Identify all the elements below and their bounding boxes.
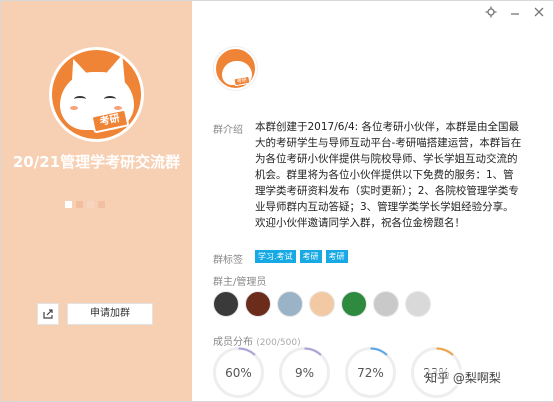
pager-dot[interactable]: [98, 201, 105, 208]
stat-progress-arc: [279, 347, 330, 398]
stat-arc-segment: [345, 347, 396, 398]
group-avatar: 考研: [49, 47, 144, 142]
stat-progress-arc: [213, 347, 264, 398]
group-intro: 本群创建于2017/6/4: 各位考研小伙伴，本群是由全国最大的考研学生与导师互…: [255, 121, 522, 229]
cat-blush-left: [70, 106, 78, 110]
admins-label: 群主/管理员: [213, 277, 267, 288]
pager-dot[interactable]: [76, 201, 83, 208]
cat-eye-left: [74, 96, 86, 102]
members-heading: 成员分布 (200/500): [213, 333, 301, 348]
group-profile-window: 考研 20/21管理学考研交流群 申请加群 考研 群介绍 本群创建于2017/6…: [0, 0, 554, 402]
cat-eye-right: [104, 96, 116, 102]
stat-arc-segment: [279, 347, 330, 398]
share-button[interactable]: [37, 303, 59, 325]
pager-dot[interactable]: [87, 201, 94, 208]
admin-avatar[interactable]: [405, 291, 431, 317]
join-group-button[interactable]: 申请加群: [67, 303, 153, 325]
stat-progress-arc: [345, 347, 396, 398]
admin-avatar[interactable]: [213, 291, 239, 317]
settings-icon[interactable]: [483, 5, 499, 19]
watermark: 知乎 @梨啊梨: [425, 369, 501, 386]
pager-dot[interactable]: [65, 201, 72, 208]
group-name: 20/21管理学考研交流群: [12, 153, 181, 171]
avatar-pager-dots: [65, 201, 105, 208]
member-stat-circle: 72%: [345, 347, 396, 398]
member-stat-circle: 9%: [279, 347, 330, 398]
admin-avatar[interactable]: [245, 291, 271, 317]
close-icon[interactable]: [531, 5, 547, 19]
admin-avatar[interactable]: [277, 291, 303, 317]
tags-label: 群标签: [213, 255, 243, 266]
share-icon: [43, 309, 53, 319]
intro-label: 群介绍: [213, 125, 243, 136]
admin-avatar[interactable]: [341, 291, 367, 317]
tag-study-exam[interactable]: 学习.考试: [255, 250, 296, 263]
admin-list: [213, 291, 431, 317]
minimize-icon[interactable]: [507, 5, 523, 19]
tag-kaoyan-1[interactable]: 考研: [299, 250, 322, 263]
titlebar-controls: [483, 5, 547, 19]
member-stat-circle: 60%: [213, 347, 264, 398]
tag-list: 学习.考试 考研 考研: [255, 250, 348, 263]
tag-kaoyan-2[interactable]: 考研: [325, 250, 348, 263]
admin-avatar[interactable]: [309, 291, 335, 317]
left-panel: 考研 20/21管理学考研交流群 申请加群: [1, 1, 192, 401]
admin-avatar[interactable]: [373, 291, 399, 317]
group-avatar-small: 考研: [214, 47, 257, 90]
stat-arc-segment: [213, 347, 264, 398]
avatar-badge-small: 考研: [233, 75, 251, 87]
